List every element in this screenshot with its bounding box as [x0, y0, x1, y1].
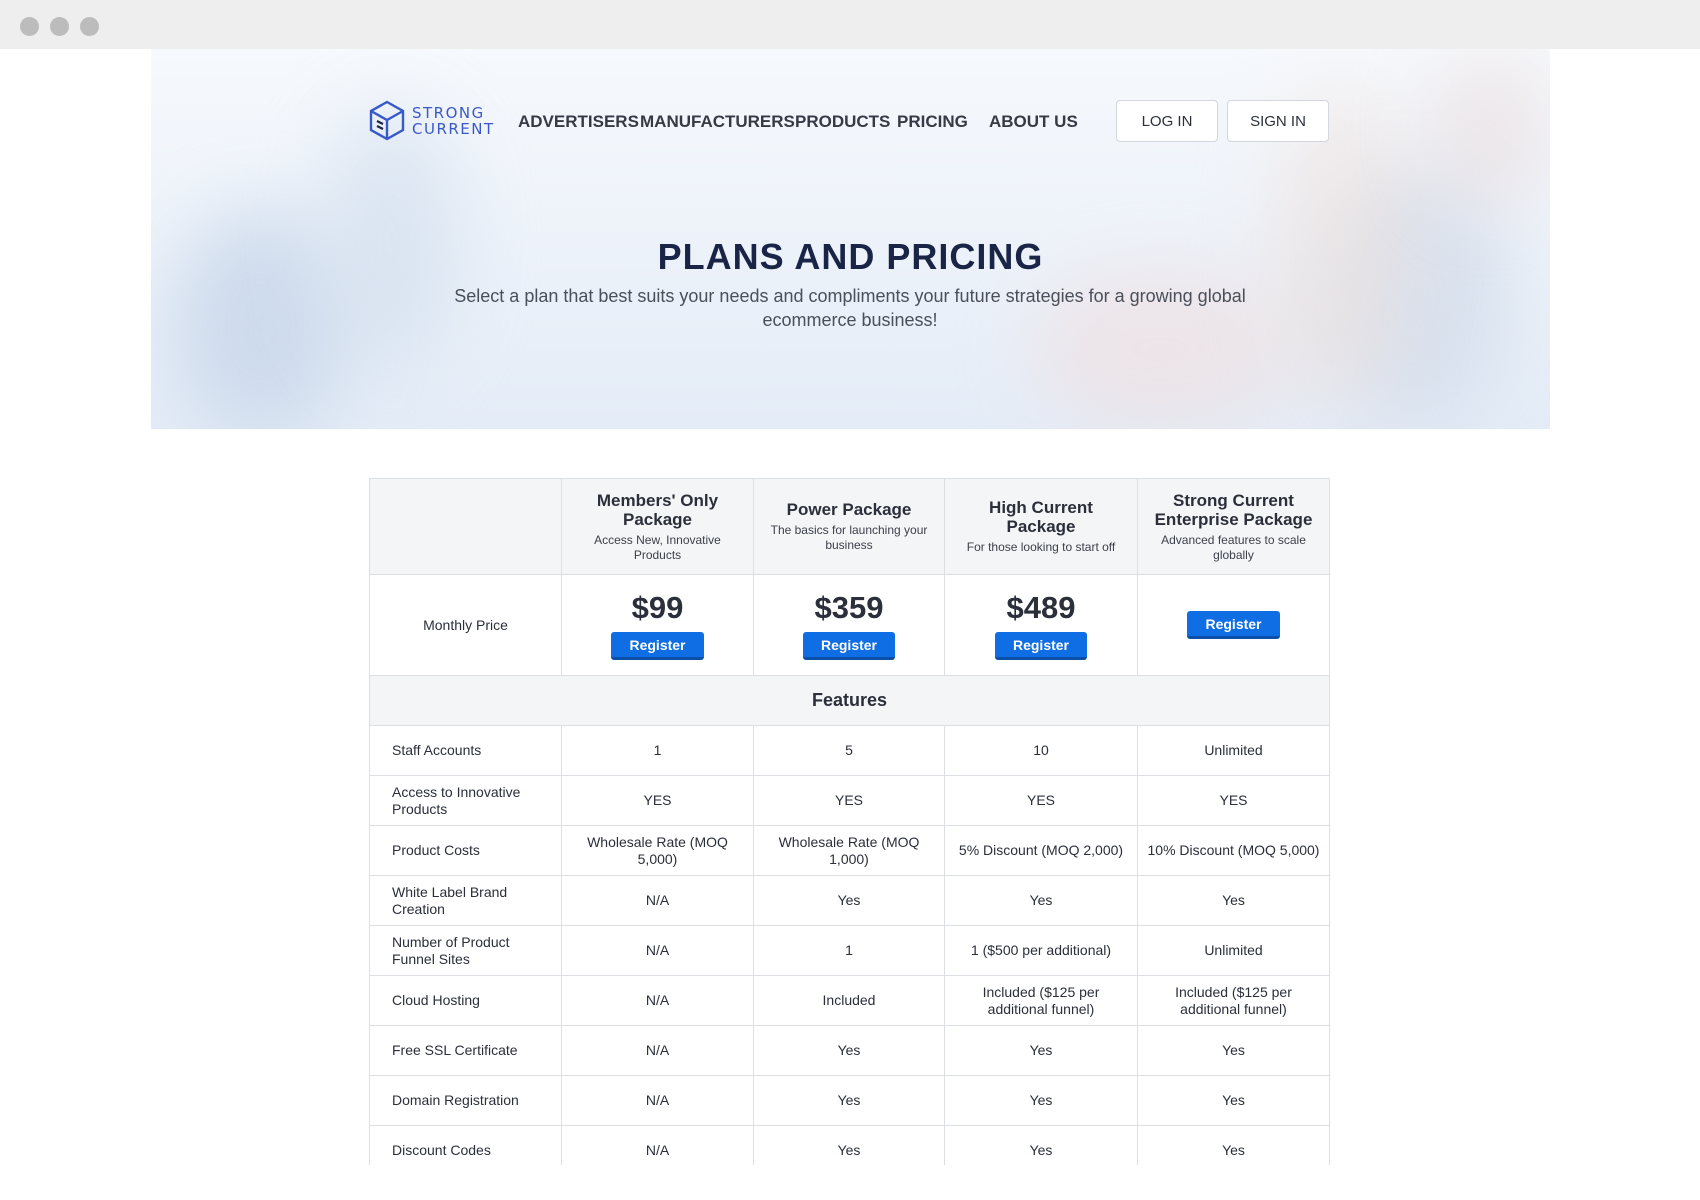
price-cell: $99 Register [561, 574, 754, 676]
feature-value: YES [1137, 775, 1330, 826]
price-cell: Register [1137, 574, 1330, 676]
nav-manufacturers[interactable]: MANUFACTURERS [640, 112, 795, 132]
brand-line-2: CURRENT [412, 120, 495, 138]
nav-about-us[interactable]: ABOUT US [989, 112, 1078, 132]
window-maximize-dot[interactable] [80, 17, 99, 36]
window-minimize-dot[interactable] [50, 17, 69, 36]
package-header: High Current Package For those looking to… [944, 478, 1138, 575]
feature-value: N/A [561, 925, 754, 976]
page-subtitle: Select a plan that best suits your needs… [454, 286, 1246, 330]
feature-value: 5 [753, 725, 945, 776]
feature-value: Yes [753, 1025, 945, 1076]
feature-row: Product Costs Wholesale Rate (MOQ 5,000) W… [369, 825, 1330, 876]
package-description: For those looking to start off [966, 540, 1116, 554]
viewport-bottom-fade [0, 1165, 1700, 1200]
register-button[interactable]: Register [802, 632, 896, 660]
package-name: Members' Only Package [596, 490, 719, 529]
price-row: Monthly Price $99 Register $359 Register $… [369, 574, 1330, 676]
features-body: Staff Accounts 1 5 10 Unlimited Access to Inn… [369, 725, 1330, 1176]
features-heading: Features [369, 675, 1330, 726]
package-header: Members' Only Package Access New, Innovat… [561, 478, 754, 575]
feature-label: Number of Product Funnel Sites [369, 925, 562, 976]
price-row-label: Monthly Price [369, 574, 562, 676]
package-description: Advanced features to scale globally [1161, 532, 1306, 562]
signin-button[interactable]: SIGN IN [1227, 100, 1329, 142]
feature-value: Included ($125 per additional funnel) [1137, 975, 1330, 1026]
feature-value: Included [753, 975, 945, 1026]
package-header-row: Members' Only Package Access New, Innovat… [369, 478, 1330, 575]
feature-value: N/A [561, 875, 754, 926]
package-description: The basics for launching your business [770, 523, 928, 552]
browser-titlebar [0, 0, 1700, 49]
page-title: PLANS AND PRICING [657, 236, 1044, 277]
feature-value: Yes [944, 1075, 1138, 1126]
feature-value: YES [753, 775, 945, 826]
package-header: Strong Current Enterprise Package Advance… [1137, 478, 1330, 575]
feature-label: White Label Brand Creation [369, 875, 562, 926]
feature-value: Yes [1137, 1025, 1330, 1076]
feature-row: Cloud Hosting N/A Included Included ($125 p… [369, 975, 1330, 1026]
feature-value: N/A [561, 1075, 754, 1126]
window-close-dot[interactable] [20, 17, 39, 36]
feature-value: Unlimited [1137, 925, 1330, 976]
feature-label: Free SSL Certificate [369, 1025, 562, 1076]
feature-value: Unlimited [1137, 725, 1330, 776]
feature-value: N/A [561, 975, 754, 1026]
nav-pricing[interactable]: PRICING [897, 112, 968, 132]
feature-value: YES [944, 775, 1138, 826]
feature-row: Free SSL Certificate N/A Yes Yes Yes [369, 1025, 1330, 1076]
feature-value: YES [561, 775, 754, 826]
brand-logo[interactable]: STRONG CURRENT [368, 99, 500, 143]
feature-row: Number of Product Funnel Sites N/A 1 1 ($50… [369, 925, 1330, 976]
feature-label: Access to Innovative Products [369, 775, 562, 826]
feature-value: 1 [561, 725, 754, 776]
package-name: Power Package [786, 500, 912, 519]
feature-value: Wholesale Rate (MOQ 1,000) [753, 825, 945, 876]
feature-value: 10 [944, 725, 1138, 776]
feature-row: White Label Brand Creation N/A Yes Yes Yes [369, 875, 1330, 926]
price-cell: $489 Register [944, 574, 1138, 676]
feature-row: Staff Accounts 1 5 10 Unlimited [369, 725, 1330, 776]
feature-label: Staff Accounts [369, 725, 562, 776]
feature-value: 10% Discount (MOQ 5,000) [1137, 825, 1330, 876]
feature-value: Yes [944, 1025, 1138, 1076]
package-price: $489 [1006, 590, 1076, 625]
features-heading-row: Features [369, 675, 1330, 726]
cube-logo-icon [369, 100, 405, 141]
feature-value: Yes [944, 875, 1138, 926]
feature-value: N/A [561, 1025, 754, 1076]
feature-value: 1 [753, 925, 945, 976]
package-name: High Current Package [989, 498, 1093, 536]
feature-label: Domain Registration [369, 1075, 562, 1126]
nav-advertisers[interactable]: ADVERTISERS [518, 112, 639, 132]
feature-value: Yes [753, 875, 945, 926]
brand-name: STRONG CURRENT [412, 105, 495, 137]
package-description: Access New, Innovative Products [594, 532, 721, 562]
feature-label: Product Costs [369, 825, 562, 876]
feature-value: Included ($125 per additional funnel) [944, 975, 1138, 1026]
feature-value: 5% Discount (MOQ 2,000) [944, 825, 1138, 876]
package-name: Strong Current Enterprise Package [1154, 490, 1313, 529]
feature-value: Yes [1137, 875, 1330, 926]
nav-products[interactable]: PRODUCTS [795, 112, 890, 132]
register-button[interactable]: Register [994, 632, 1088, 660]
empty-corner-cell [369, 478, 562, 575]
feature-value: Yes [753, 1075, 945, 1126]
package-price: $99 [631, 590, 684, 625]
register-button[interactable]: Register [611, 632, 704, 660]
package-price: $359 [814, 590, 884, 625]
pricing-table: Members' Only Package Access New, Innovat… [369, 478, 1330, 1176]
price-cell: $359 Register [753, 574, 945, 676]
feature-value: 1 ($500 per additional) [944, 925, 1138, 976]
register-button[interactable]: Register [1187, 611, 1280, 639]
feature-value: Wholesale Rate (MOQ 5,000) [561, 825, 754, 876]
brand-line-1: STRONG [412, 104, 485, 122]
feature-label: Cloud Hosting [369, 975, 562, 1026]
package-header: Power Package The basics for launching yo… [753, 478, 945, 575]
feature-row: Access to Innovative Products YES YES YES YE… [369, 775, 1330, 826]
feature-value: Yes [1137, 1075, 1330, 1126]
feature-row: Domain Registration N/A Yes Yes Yes [369, 1075, 1330, 1126]
login-button[interactable]: LOG IN [1116, 100, 1218, 142]
